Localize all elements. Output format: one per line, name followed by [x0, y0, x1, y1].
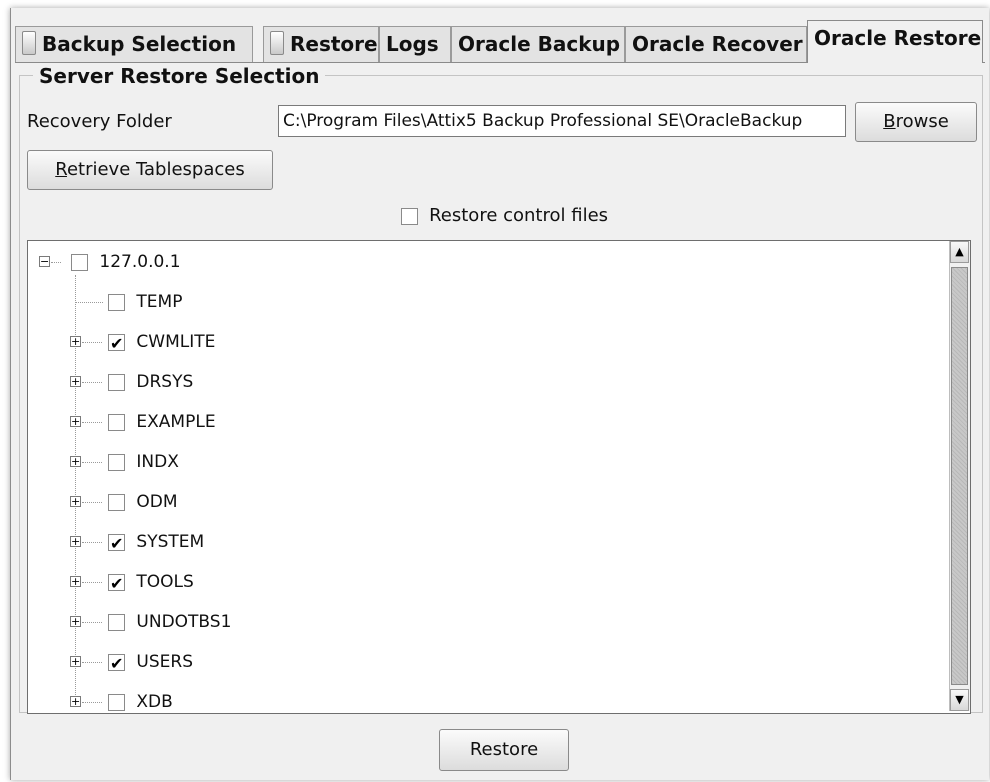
tree-item-system[interactable]: SYSTEM	[108, 530, 205, 556]
tab-logs[interactable]: Logs	[379, 26, 451, 62]
expand-icon[interactable]: +	[70, 336, 81, 347]
document-icon	[270, 31, 284, 55]
tab-label: Backup Selection	[42, 32, 237, 56]
tab-oracle-restore[interactable]: Oracle Restore	[807, 20, 983, 63]
retrieve-label: etrieve Tablespaces	[66, 159, 245, 180]
restore-control-files-option[interactable]: Restore control files	[401, 205, 608, 227]
tree-item-label: UNDOTBS1	[136, 612, 232, 632]
tree-item-tools[interactable]: TOOLS	[108, 570, 194, 596]
tree-item-label: USERS	[136, 652, 193, 672]
tree-item-temp[interactable]: TEMP	[108, 290, 182, 314]
tree-item-label: CWMLITE	[136, 332, 216, 352]
document-icon	[22, 31, 36, 55]
tree-root-node[interactable]: 127.0.0.1	[71, 250, 181, 274]
tree-item-checkbox[interactable]	[108, 493, 125, 511]
restore-control-files-checkbox[interactable]	[401, 208, 418, 225]
tree-item-odm[interactable]: ODM	[108, 490, 178, 514]
browse-label: rowse	[895, 111, 949, 132]
scroll-up-arrow-icon[interactable]: ▲	[950, 241, 969, 263]
tree-item-checkbox[interactable]	[108, 613, 125, 631]
tree-item-undotbs1[interactable]: UNDOTBS1	[108, 610, 231, 634]
expand-icon[interactable]: +	[70, 496, 81, 507]
expand-icon[interactable]: +	[70, 376, 81, 387]
tree-item-label: TEMP	[136, 292, 183, 312]
tab-label: Logs	[386, 32, 439, 56]
browse-mnemonic: B	[883, 111, 896, 132]
tree-item-label: INDX	[136, 452, 179, 472]
tree-item-checkbox[interactable]	[108, 572, 125, 596]
tab-label: Oracle Recover	[632, 32, 803, 56]
tree-item-xdb[interactable]: XDB	[108, 690, 173, 713]
tablespace-tree[interactable]: − 127.0.0.1 TEMP + CWMLITE + DRSYS +	[27, 240, 971, 714]
retrieve-mnemonic: R	[55, 159, 67, 180]
tree-item-example[interactable]: EXAMPLE	[108, 410, 216, 434]
recovery-folder-label: Recovery Folder	[27, 111, 172, 132]
tab-oracle-backup[interactable]: Oracle Backup	[451, 26, 625, 62]
tab-label: Oracle Backup	[458, 32, 621, 56]
expand-icon[interactable]: +	[70, 456, 81, 467]
tree-item-label: DRSYS	[136, 372, 194, 392]
expand-icon[interactable]: +	[70, 696, 81, 707]
scroll-down-arrow-icon[interactable]: ▼	[950, 689, 969, 711]
tree-item-drsys[interactable]: DRSYS	[108, 370, 193, 394]
tab-bar: Backup Selection Restore Logs Oracle Bac…	[15, 20, 985, 63]
tree-item-users[interactable]: USERS	[108, 650, 193, 676]
restore-button[interactable]: Restore	[439, 729, 569, 771]
tree-item-label: ODM	[136, 492, 178, 512]
collapse-icon[interactable]: −	[39, 256, 50, 267]
tree-item-label: EXAMPLE	[136, 412, 216, 432]
recovery-folder-input[interactable]: C:\Program Files\Attix5 Backup Professio…	[278, 105, 846, 137]
tree-item-cwmlite[interactable]: CWMLITE	[108, 330, 216, 356]
tree-item-checkbox[interactable]	[108, 413, 125, 431]
group-title: Server Restore Selection	[33, 64, 326, 88]
tree-item-checkbox[interactable]	[108, 373, 125, 391]
expand-icon[interactable]: +	[70, 416, 81, 427]
expand-icon[interactable]: +	[70, 536, 81, 547]
tree-root-label: 127.0.0.1	[99, 252, 181, 272]
app-window: Backup Selection Restore Logs Oracle Bac…	[10, 8, 989, 780]
tree-item-checkbox[interactable]	[108, 532, 125, 556]
expand-icon[interactable]: +	[70, 656, 81, 667]
tree-item-checkbox[interactable]	[108, 652, 125, 676]
expand-icon[interactable]: +	[70, 616, 81, 627]
tree-item-checkbox[interactable]	[108, 332, 125, 356]
vertical-scrollbar[interactable]: ▲ ▼	[949, 241, 970, 711]
scrollbar-thumb[interactable]	[951, 267, 968, 685]
tree-item-checkbox[interactable]	[108, 693, 125, 711]
tree-item-label: SYSTEM	[136, 532, 205, 552]
tree-item-label: TOOLS	[136, 572, 194, 592]
tab-backup-selection[interactable]: Backup Selection	[15, 26, 253, 62]
restore-control-files-label: Restore control files	[429, 205, 609, 226]
expand-icon[interactable]: +	[70, 576, 81, 587]
tree-item-checkbox[interactable]	[108, 453, 125, 471]
tab-label: Oracle Restore	[814, 26, 982, 50]
tree-item-checkbox[interactable]	[108, 293, 125, 311]
tree-item-indx[interactable]: INDX	[108, 450, 179, 474]
retrieve-tablespaces-button[interactable]: Retrieve Tablespaces	[27, 150, 273, 190]
tree-root-checkbox[interactable]	[71, 253, 88, 271]
tab-restore[interactable]: Restore	[263, 26, 379, 62]
browse-button[interactable]: Browse	[855, 102, 977, 142]
tab-oracle-recover[interactable]: Oracle Recover	[625, 26, 807, 62]
tree-item-label: XDB	[136, 692, 173, 712]
tab-label: Restore	[290, 32, 378, 56]
